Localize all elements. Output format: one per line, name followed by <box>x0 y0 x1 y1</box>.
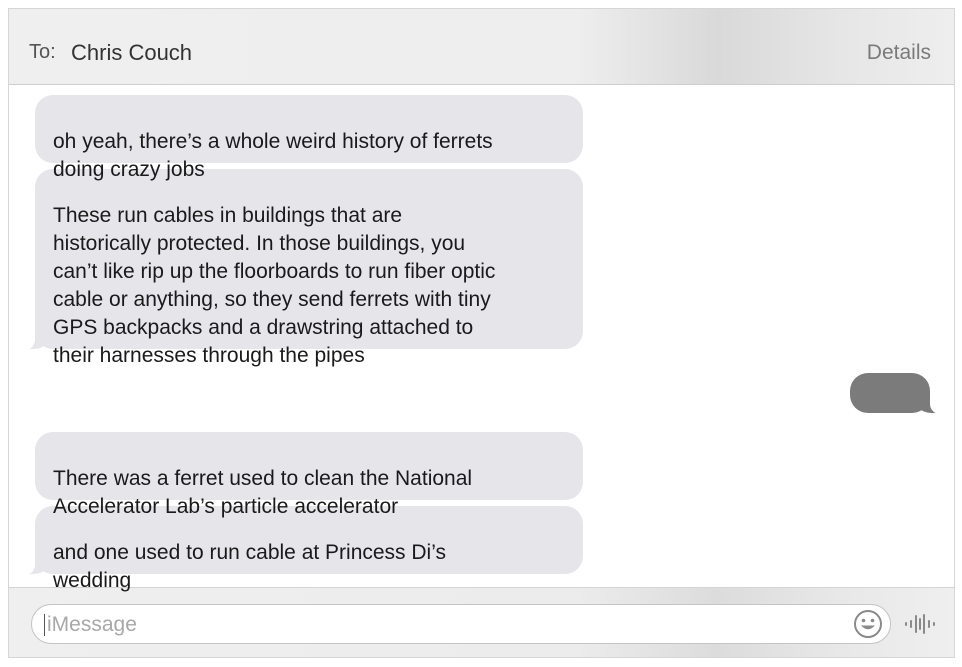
messages-window: To: Chris Couch Details oh yeah, there’s… <box>8 8 955 658</box>
to-label: To: <box>29 41 56 63</box>
message-input-placeholder: iMessage <box>47 613 137 636</box>
details-button[interactable]: Details <box>867 41 931 65</box>
message-bubble-received[interactable]: oh yeah, there’s a whole weird history o… <box>35 95 583 181</box>
message-bubble-sent[interactable]: Omg <box>850 373 942 433</box>
message-text: These run cables in buildings that are h… <box>53 204 496 367</box>
message-input[interactable]: iMessage <box>31 604 891 644</box>
smiley-face-icon[interactable] <box>852 608 884 640</box>
recipient-name[interactable]: Chris Couch <box>71 40 192 66</box>
composer-bar: iMessage <box>9 587 954 657</box>
message-bubble-received[interactable]: There was a ferret used to clean the Nat… <box>35 432 583 518</box>
audio-waveform-icon[interactable] <box>904 612 936 636</box>
message-text: Omg <box>867 410 913 433</box>
text-caret <box>44 614 45 636</box>
conversation-header: To: Chris Couch Details <box>9 9 954 85</box>
message-thread[interactable]: oh yeah, there’s a whole weird history o… <box>9 85 954 592</box>
message-text: and one used to run cable at Princess Di… <box>53 541 447 592</box>
message-bubble-received[interactable]: These run cables in buildings that are h… <box>23 169 583 367</box>
